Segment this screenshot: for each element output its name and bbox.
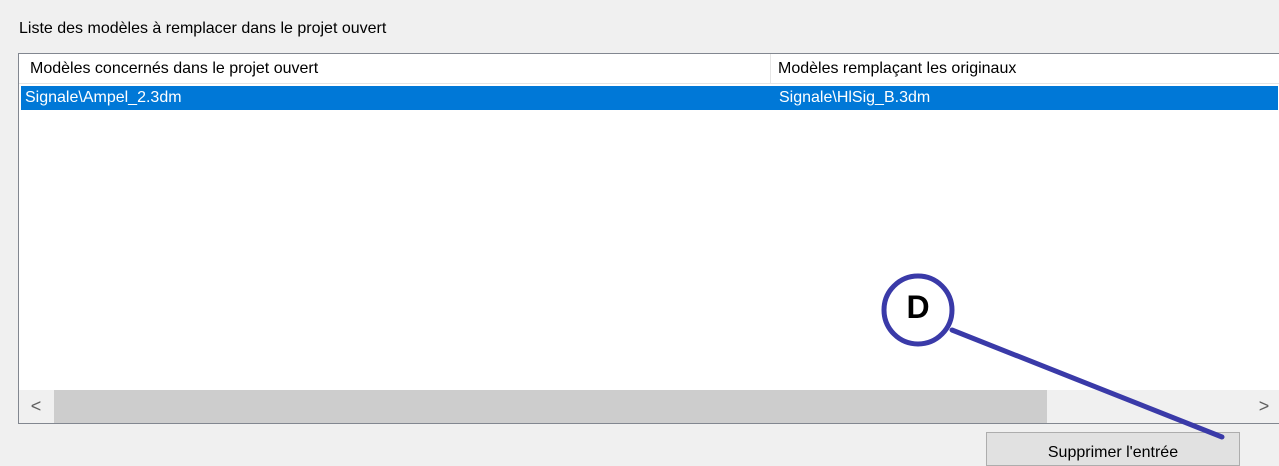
table-row[interactable]: Signale\Ampel_2.3dm Signale\HlSig_B.3dm bbox=[21, 86, 1278, 110]
original-model-cell: Signale\Ampel_2.3dm bbox=[25, 89, 182, 106]
replacement-model-cell: Signale\HlSig_B.3dm bbox=[779, 89, 931, 106]
column-header-original-models[interactable]: Modèles concernés dans le projet ouvert bbox=[19, 54, 771, 83]
scrollbar-thumb[interactable] bbox=[54, 390, 1047, 423]
column-header-replacement-models[interactable]: Modèles remplaçant les originaux bbox=[771, 54, 1279, 83]
delete-entry-button[interactable]: Supprimer l'entrée bbox=[986, 432, 1240, 466]
callout-label-d: D bbox=[906, 289, 930, 325]
models-list-view[interactable]: Modèles concernés dans le projet ouvert … bbox=[18, 53, 1279, 424]
dialog-panel: Liste des modèles à remplacer dans le pr… bbox=[0, 0, 1279, 466]
list-header: Modèles concernés dans le projet ouvert … bbox=[19, 54, 1279, 84]
horizontal-scrollbar[interactable]: < > bbox=[19, 390, 1279, 423]
models-list-label: Liste des modèles à remplacer dans le pr… bbox=[19, 20, 387, 37]
scroll-left-icon[interactable]: < bbox=[19, 390, 53, 423]
scroll-right-icon[interactable]: > bbox=[1247, 390, 1279, 423]
